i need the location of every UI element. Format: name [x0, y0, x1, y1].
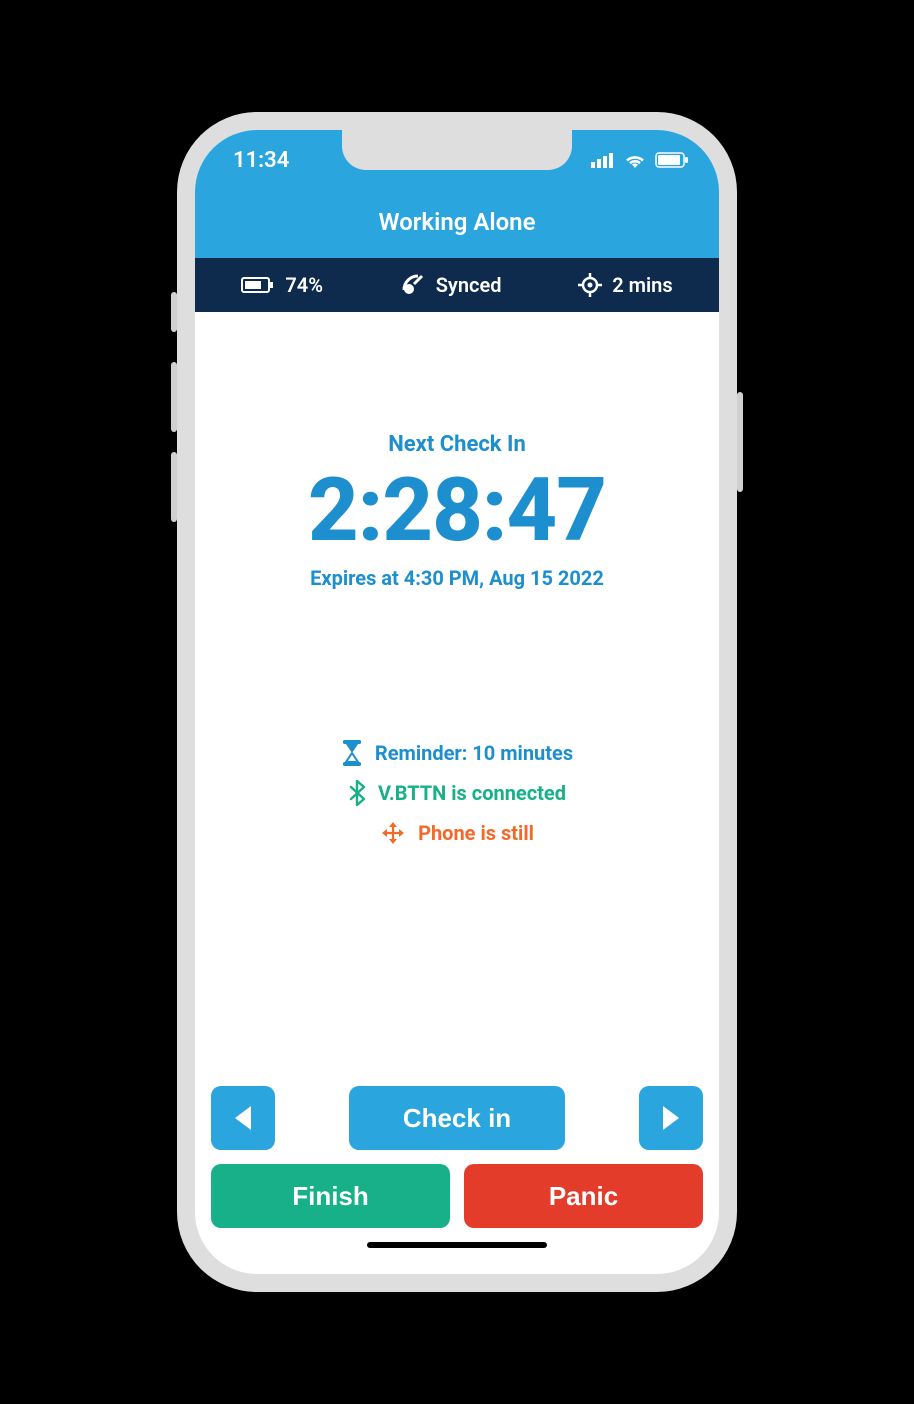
page-title: Working Alone: [195, 190, 719, 258]
battery-status-icon: [655, 152, 689, 168]
countdown-timer: 2:28:47: [308, 463, 606, 560]
bluetooth-icon: [348, 780, 366, 806]
chevron-left-icon: [235, 1106, 251, 1130]
battery-icon: [241, 276, 275, 294]
move-icon: [380, 820, 406, 846]
wifi-icon: [623, 151, 647, 169]
bluetooth-text: V.BTTN is connected: [378, 781, 566, 805]
finish-button[interactable]: Finish: [211, 1164, 450, 1228]
next-checkin-label: Next Check In: [388, 432, 526, 457]
reminder-text: Reminder: 10 minutes: [375, 741, 573, 765]
side-button: [171, 452, 177, 522]
checkin-button[interactable]: Check in: [349, 1086, 565, 1150]
main: Next Check In 2:28:47 Expires at 4:30 PM…: [195, 312, 719, 1072]
reminder-status: Reminder: 10 minutes: [341, 740, 573, 766]
phone-frame: 11:34: [177, 112, 737, 1292]
chevron-right-icon: [663, 1106, 679, 1130]
motion-text: Phone is still: [418, 821, 534, 845]
target-icon: [578, 273, 602, 297]
location-interval: 2 mins: [612, 273, 672, 297]
next-button[interactable]: [639, 1086, 703, 1150]
battery-item: 74%: [241, 273, 323, 297]
side-button: [171, 362, 177, 432]
hourglass-icon: [341, 740, 363, 766]
expires-text: Expires at 4:30 PM, Aug 15 2022: [310, 566, 604, 590]
battery-value: 74%: [285, 273, 323, 297]
cellular-signal-icon: [591, 152, 615, 168]
motion-status: Phone is still: [380, 820, 534, 846]
screen: 11:34: [195, 130, 719, 1274]
bluetooth-status: V.BTTN is connected: [348, 780, 566, 806]
panic-button[interactable]: Panic: [464, 1164, 703, 1228]
side-button: [171, 292, 177, 332]
location-item: 2 mins: [578, 273, 672, 297]
status-list: Reminder: 10 minutes V.BTTN is connected: [341, 740, 573, 846]
action-bar: Check in Finish Panic: [195, 1072, 719, 1274]
sync-item: Synced: [400, 272, 502, 298]
home-indicator: [367, 1242, 547, 1248]
sync-value: Synced: [436, 273, 502, 297]
info-bar: 74% Synced 2 mins: [195, 258, 719, 312]
satellite-icon: [400, 272, 426, 298]
prev-button[interactable]: [211, 1086, 275, 1150]
side-button: [737, 392, 743, 492]
notch: [342, 130, 572, 170]
clock-time: 11:34: [233, 148, 289, 173]
